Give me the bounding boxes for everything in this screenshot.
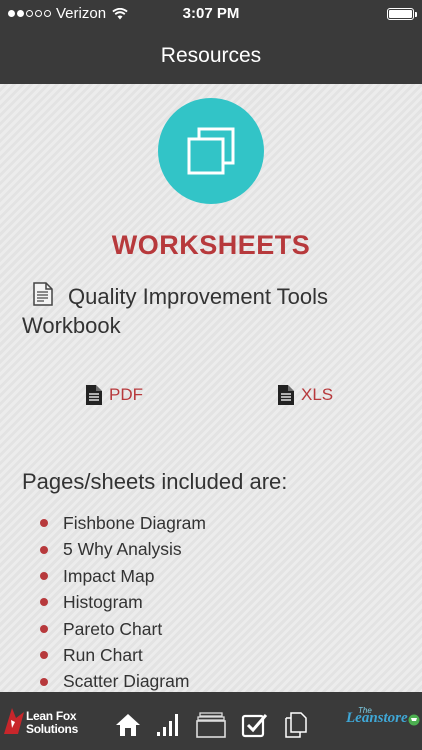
file-text-icon xyxy=(86,385,102,405)
leanstore-logo[interactable]: The Leanstore xyxy=(344,704,420,738)
home-icon[interactable] xyxy=(114,712,142,738)
logo-line-1: Lean Fox xyxy=(26,709,77,723)
stacked-cards-icon[interactable] xyxy=(196,712,226,738)
leanstore-name: Leanstore xyxy=(346,710,408,726)
nav-bar: Resources xyxy=(0,28,422,84)
download-xls-label: XLS xyxy=(301,385,334,404)
bullet-icon xyxy=(40,624,48,633)
page-title: Resources xyxy=(160,44,262,67)
bullet-icon xyxy=(40,677,48,686)
list-item: 5 Why Analysis xyxy=(40,536,206,562)
list-item: Run Chart xyxy=(40,642,206,668)
tab-bar: Lean Fox Solutions The Leanstore xyxy=(0,692,422,750)
file-text-icon xyxy=(278,385,294,405)
documents-icon[interactable] xyxy=(284,712,308,738)
list-item: Histogram xyxy=(40,589,206,615)
document-title: Quality Improvement Tools Workbook xyxy=(22,282,402,339)
bullet-icon xyxy=(40,519,48,528)
battery-icon xyxy=(387,8,417,20)
status-bar: Verizon 3:07 PM xyxy=(0,0,422,28)
document-icon xyxy=(32,282,60,312)
bullet-icon xyxy=(40,598,48,607)
bullet-icon xyxy=(40,651,48,660)
status-time: 3:07 PM xyxy=(182,5,240,22)
bar-chart-icon[interactable] xyxy=(156,712,182,738)
bullet-icon xyxy=(40,545,48,554)
section-title: WORKSHEETS xyxy=(111,230,311,260)
resource-content[interactable]: WORKSHEETS Quality Improvement Tools Wor… xyxy=(0,84,422,692)
list-item: Pareto Chart xyxy=(40,616,206,642)
logo-line-2: Solutions xyxy=(26,722,78,736)
cart-icon xyxy=(408,714,420,726)
copy-squares-icon xyxy=(158,98,264,204)
pages-list-heading: Pages/sheets included are: xyxy=(22,469,288,494)
list-item: Impact Map xyxy=(40,563,206,589)
bullet-icon xyxy=(40,571,48,580)
download-pdf-link[interactable]: PDF xyxy=(85,384,143,406)
lean-fox-logo[interactable]: Lean Fox Solutions xyxy=(2,704,86,740)
checkbox-icon[interactable] xyxy=(241,712,269,738)
list-item: Fishbone Diagram xyxy=(40,510,206,536)
document-title-text: Quality Improvement Tools Workbook xyxy=(22,284,329,338)
pages-list: Fishbone Diagram 5 Why Analysis Impact M… xyxy=(40,510,206,692)
download-xls-link[interactable]: XLS xyxy=(277,384,333,406)
download-pdf-label: PDF xyxy=(109,385,143,404)
list-item: Scatter Diagram xyxy=(40,668,206,692)
fox-logo-icon xyxy=(4,708,24,734)
